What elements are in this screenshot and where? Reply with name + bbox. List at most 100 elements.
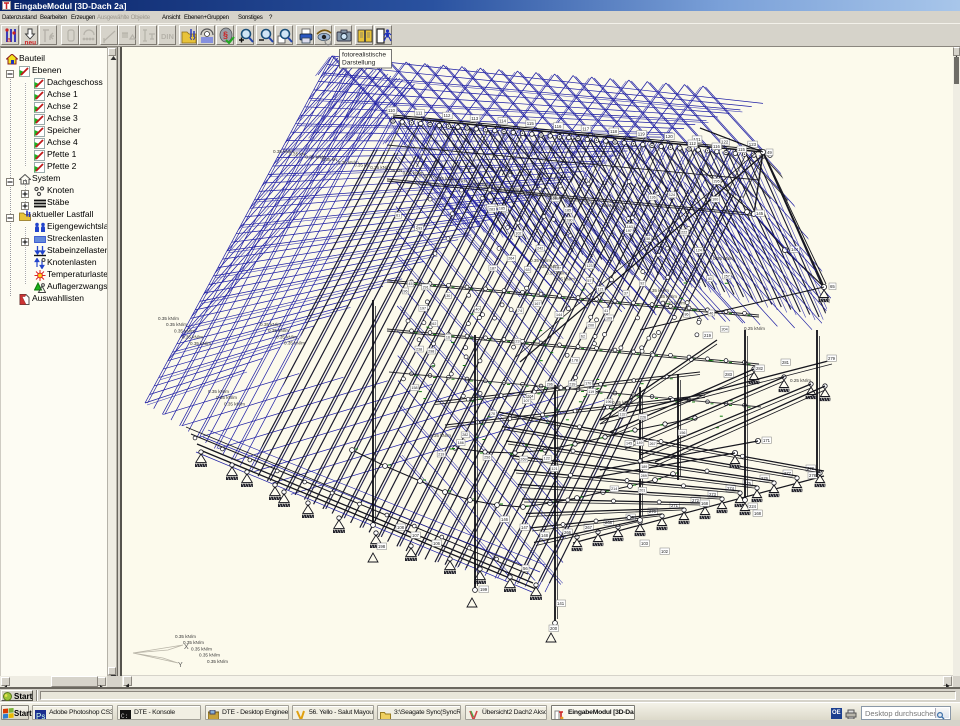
svg-text:200: 200 bbox=[588, 324, 594, 328]
svg-text:281: 281 bbox=[782, 360, 790, 365]
svg-text:178: 178 bbox=[572, 359, 578, 363]
svg-text:123: 123 bbox=[586, 264, 592, 268]
svg-text:0.35 kN/m: 0.35 kN/m bbox=[158, 316, 179, 321]
svg-text:0.35 kN/m: 0.35 kN/m bbox=[166, 322, 187, 327]
svg-text:92: 92 bbox=[640, 282, 644, 286]
svg-text:267: 267 bbox=[650, 442, 656, 446]
svg-text:0.35 kN/m: 0.35 kN/m bbox=[199, 653, 220, 658]
svg-text:70: 70 bbox=[491, 412, 495, 416]
svg-text:124: 124 bbox=[669, 193, 675, 197]
svg-text:136: 136 bbox=[650, 196, 656, 200]
svg-text:144: 144 bbox=[556, 313, 562, 317]
svg-text:102: 102 bbox=[515, 231, 521, 235]
svg-text:271: 271 bbox=[671, 503, 679, 508]
svg-text:256: 256 bbox=[484, 456, 490, 460]
svg-text:0.35 kN/m: 0.35 kN/m bbox=[530, 258, 551, 263]
svg-text:46: 46 bbox=[709, 311, 713, 315]
svg-text:C:: C: bbox=[121, 713, 128, 720]
svg-text:0.35 kN/m: 0.35 kN/m bbox=[224, 401, 245, 406]
svg-text:167: 167 bbox=[534, 302, 540, 306]
svg-text:219: 219 bbox=[704, 333, 712, 338]
svg-text:49: 49 bbox=[767, 150, 772, 155]
svg-text:a: a bbox=[7, 37, 11, 44]
svg-text:171: 171 bbox=[763, 438, 771, 443]
svg-text:61: 61 bbox=[396, 214, 400, 218]
svg-text:269: 269 bbox=[520, 457, 526, 461]
svg-text:124: 124 bbox=[696, 249, 702, 253]
svg-text:0.35 kN: 0.35 kN bbox=[354, 163, 370, 168]
svg-text:56: 56 bbox=[646, 237, 650, 241]
svg-text:41: 41 bbox=[604, 309, 608, 313]
svg-text:0.35 kN/m: 0.35 kN/m bbox=[546, 270, 567, 275]
svg-text:62: 62 bbox=[581, 334, 585, 338]
svg-text:0.35 kN/m: 0.35 kN/m bbox=[276, 334, 297, 339]
svg-text:298: 298 bbox=[428, 349, 434, 353]
svg-text:0.35 kN: 0.35 kN bbox=[548, 195, 564, 200]
svg-text:198: 198 bbox=[378, 544, 386, 549]
svg-text:102: 102 bbox=[661, 549, 669, 554]
svg-text:fotorealistische: fotorealistische bbox=[342, 52, 386, 59]
svg-text:122: 122 bbox=[721, 140, 729, 145]
svg-text:189: 189 bbox=[641, 465, 647, 469]
svg-text:0.35 kN/m: 0.35 kN/m bbox=[656, 294, 677, 299]
svg-text:145: 145 bbox=[756, 211, 764, 216]
svg-text:0.35 kN: 0.35 kN bbox=[516, 190, 532, 195]
svg-text:0.25 kN/m: 0.25 kN/m bbox=[744, 326, 765, 331]
svg-text:168: 168 bbox=[754, 511, 762, 516]
svg-text:117: 117 bbox=[582, 126, 590, 131]
svg-text:109: 109 bbox=[606, 316, 612, 320]
svg-text:272: 272 bbox=[692, 498, 700, 503]
svg-text:0.35 kN: 0.35 kN bbox=[451, 179, 467, 184]
svg-text:295: 295 bbox=[714, 180, 720, 184]
svg-text:119: 119 bbox=[588, 390, 594, 394]
svg-text:111: 111 bbox=[416, 111, 423, 116]
svg-text:282: 282 bbox=[462, 433, 468, 437]
svg-text:0.25 kN/m: 0.25 kN/m bbox=[713, 256, 734, 261]
svg-text:149: 149 bbox=[636, 441, 642, 445]
svg-text:0.35 kN/m: 0.35 kN/m bbox=[207, 659, 228, 664]
svg-text:0.35 kN: 0.35 kN bbox=[581, 200, 597, 205]
svg-text:197: 197 bbox=[626, 229, 632, 233]
svg-text:224: 224 bbox=[749, 504, 757, 509]
svg-text:DIN: DIN bbox=[161, 32, 174, 41]
svg-text:16: 16 bbox=[446, 335, 450, 339]
svg-text:148: 148 bbox=[541, 533, 549, 538]
svg-text:279: 279 bbox=[828, 356, 836, 361]
svg-text:108: 108 bbox=[397, 525, 405, 530]
svg-text:§: § bbox=[223, 30, 228, 40]
svg-text:106: 106 bbox=[433, 541, 441, 546]
svg-text:0.35 kN/m: 0.35 kN/m bbox=[174, 328, 195, 333]
svg-text:0.35 kN/m: 0.35 kN/m bbox=[538, 264, 559, 269]
svg-text:Darstellung: Darstellung bbox=[342, 60, 376, 67]
svg-text:289: 289 bbox=[641, 474, 647, 478]
svg-text:185: 185 bbox=[565, 209, 571, 213]
svg-text:0.35 kN: 0.35 kN bbox=[322, 157, 338, 162]
svg-text:23: 23 bbox=[515, 340, 519, 344]
svg-text:100: 100 bbox=[712, 198, 718, 202]
svg-text:122: 122 bbox=[544, 457, 550, 461]
svg-text:63: 63 bbox=[526, 268, 530, 272]
svg-text:146: 146 bbox=[501, 517, 509, 522]
svg-text:222: 222 bbox=[681, 231, 687, 235]
svg-text:Y: Y bbox=[178, 662, 183, 669]
svg-text:0.35 kN/m: 0.35 kN/m bbox=[182, 335, 203, 340]
svg-text:110: 110 bbox=[388, 108, 396, 113]
svg-text:156: 156 bbox=[679, 431, 685, 435]
svg-text:147: 147 bbox=[521, 525, 529, 530]
svg-text:291: 291 bbox=[423, 285, 429, 289]
svg-text:115: 115 bbox=[527, 121, 535, 126]
svg-text:239: 239 bbox=[569, 382, 575, 386]
svg-text:196: 196 bbox=[605, 400, 611, 404]
svg-text:0.35 kN/m: 0.35 kN/m bbox=[554, 277, 575, 282]
svg-text:168: 168 bbox=[701, 501, 709, 506]
svg-text:282: 282 bbox=[756, 366, 764, 371]
svg-text:0.35 kN/m: 0.35 kN/m bbox=[208, 389, 229, 394]
svg-text:296: 296 bbox=[547, 382, 553, 386]
svg-text:0.25 kN/m: 0.25 kN/m bbox=[790, 378, 811, 383]
svg-text:56: 56 bbox=[523, 566, 528, 571]
svg-text:62: 62 bbox=[432, 322, 436, 326]
svg-text:0.35 kN: 0.35 kN bbox=[289, 152, 305, 157]
svg-text:283: 283 bbox=[489, 208, 495, 212]
svg-text:0.35 kN: 0.35 kN bbox=[613, 206, 629, 211]
svg-text:0.35 kN/m: 0.35 kN/m bbox=[191, 646, 212, 651]
